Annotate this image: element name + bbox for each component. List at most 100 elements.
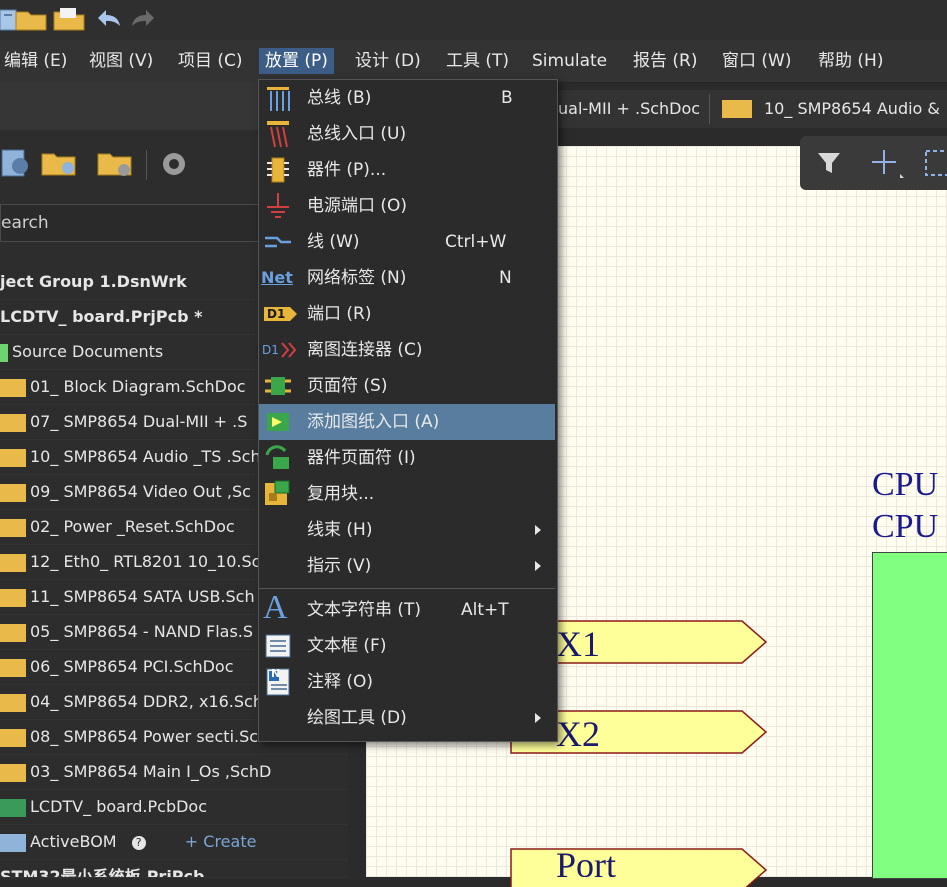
menu-item-label: 文本框 (F) — [307, 636, 387, 656]
part-icon — [267, 157, 289, 183]
port-icon-text: D1 — [267, 307, 286, 321]
menu-item-label: 绘图工具 (D) — [307, 708, 407, 728]
folder-settings-icon[interactable] — [96, 146, 136, 180]
menu-item-wire[interactable]: 线 (W) Ctrl+W — [259, 224, 555, 260]
menu-item-bus-entry[interactable]: 总线入口 (U) — [259, 116, 555, 152]
menu-item-directives[interactable]: 指示 (V) — [259, 548, 555, 584]
menu-item-label: 离图连接器 (C) — [307, 340, 423, 360]
menu-item-port[interactable]: D1 端口 (R) — [259, 296, 555, 332]
menu-item-reuse-block[interactable]: 复用块... — [259, 476, 555, 512]
menu-view[interactable]: 视图 (V) — [83, 48, 159, 74]
menu-tools[interactable]: 工具 (T) — [440, 48, 515, 74]
tree-item-label: 03_ SMP8654 Main I_Os ,SchD — [30, 762, 272, 781]
schematic-doc-icon — [0, 518, 26, 537]
main-toolbar — [0, 0, 947, 40]
tab-audio[interactable]: 10_ SMP8654 Audio & — [764, 90, 940, 128]
open-document-icon[interactable] — [40, 146, 80, 180]
schematic-doc-icon — [0, 553, 26, 572]
tree-item-label: 04_ SMP8654 DDR2, x16.Sch — [30, 692, 263, 711]
off-sheet-connector-icon-text: D1 — [262, 343, 279, 357]
port-label: X2 — [556, 714, 600, 754]
tree-item-project[interactable]: STM32最小系统板.PrjPcb — [0, 859, 348, 878]
submenu-arrow-icon — [535, 525, 541, 535]
menu-item-drawing-tools[interactable]: 绘图工具 (D) — [259, 700, 555, 736]
schematic-doc-icon — [0, 413, 26, 432]
text-string-icon: A — [263, 589, 288, 626]
menu-item-part[interactable]: 器件 (P)... — [259, 152, 555, 188]
select-rectangle-icon[interactable] — [922, 148, 947, 178]
open-folder-icon[interactable] — [14, 4, 50, 32]
menu-item-label: 页面符 (S) — [307, 376, 388, 396]
gear-icon[interactable] — [158, 148, 190, 180]
menu-project[interactable]: 项目 (C) — [172, 48, 249, 74]
tree-item-label: 08_ SMP8654 Power secti.Sch — [30, 727, 269, 746]
tree-item-label: LCDTV_ board.PrjPcb * — [0, 307, 203, 326]
tree-item-label: 10_ SMP8654 Audio _TS .Sch — [30, 447, 261, 466]
projects-search-input[interactable]: earch — [0, 204, 262, 242]
menu-separator — [259, 588, 555, 589]
folder-icon — [0, 343, 8, 362]
tree-item-label: 07_ SMP8654 Dual-MII + .S — [30, 412, 248, 431]
filter-icon[interactable] — [816, 150, 842, 176]
bus-entry-icon — [267, 121, 289, 148]
tree-item-label: LCDTV_ board.PcbDoc — [30, 797, 208, 816]
menu-window[interactable]: 窗口 (W) — [716, 48, 797, 74]
menu-item-label: 器件 (P)... — [307, 160, 387, 180]
menu-item-net-label[interactable]: Net 网络标签 (N) N — [259, 260, 555, 296]
redo-icon[interactable] — [128, 4, 158, 32]
project-options-icon[interactable] — [0, 146, 34, 180]
menu-item-device-sheet-symbol[interactable]: 器件页面符 (I) — [259, 440, 555, 476]
tree-item-schdoc[interactable]: 03_ SMP8654 Main I_Os ,SchD — [0, 754, 348, 790]
tab-divider — [709, 94, 710, 124]
tab-dual-mii[interactable]: ual-MII + .SchDoc — [558, 90, 700, 128]
undo-icon[interactable] — [94, 4, 124, 32]
tree-item-pcbdoc[interactable]: LCDTV_ board.PcbDoc — [0, 789, 348, 825]
cpu-label: CPU — [872, 466, 939, 503]
menu-reports[interactable]: 报告 (R) — [627, 48, 703, 74]
create-link[interactable]: + Create — [185, 832, 257, 851]
menu-item-sheet-symbol[interactable]: 页面符 (S) — [259, 368, 555, 404]
move-cross-icon[interactable] — [870, 148, 906, 180]
menu-item-label: 线 (W) — [307, 232, 360, 252]
tree-item-label: 01_ Block Diagram.SchDoc — [30, 377, 246, 396]
menu-help[interactable]: 帮助 (H) — [812, 48, 889, 74]
cpu-sheet-symbol[interactable] — [872, 552, 947, 879]
menu-item-note[interactable]: N 注释 (O) — [259, 664, 555, 700]
help-icon[interactable]: ? — [131, 835, 146, 850]
menu-item-harness[interactable]: 线束 (H) — [259, 512, 555, 548]
tree-item-label: ActiveBOM — [30, 832, 117, 851]
tree-item-label: 09_ SMP8654 Video Out ,Sc — [30, 482, 251, 501]
schematic-doc-icon — [722, 100, 752, 118]
power-port-icon — [267, 193, 289, 218]
note-icon-text: N — [271, 667, 281, 680]
menu-item-label: 添加图纸入口 (A) — [307, 412, 440, 432]
menu-item-power-port[interactable]: 电源端口 (O) — [259, 188, 555, 224]
tree-item-activebom[interactable]: ActiveBOM ? + Create — [0, 824, 348, 860]
menu-item-text-frame[interactable]: 文本框 (F) — [259, 628, 555, 664]
menu-item-shortcut: Alt+T — [461, 600, 509, 620]
save-all-icon[interactable] — [52, 4, 90, 32]
net-label-icon: Net — [261, 268, 293, 287]
menu-item-shortcut: N — [499, 268, 512, 288]
port-generic[interactable] — [510, 843, 768, 887]
canvas-toolbar — [800, 136, 947, 190]
menu-item-label: 器件页面符 (I) — [307, 448, 416, 468]
menu-design[interactable]: 设计 (D) — [349, 48, 427, 74]
place-menu-dropdown: 总线 (B) B 总线入口 (U) 器件 (P)... 电源端口 (O) 线 (… — [258, 79, 558, 742]
schematic-doc-icon — [0, 658, 26, 677]
menu-item-label: 电源端口 (O) — [307, 196, 408, 216]
menu-item-add-sheet-entry[interactable]: 添加图纸入口 (A) — [259, 404, 555, 440]
menu-item-bus[interactable]: 总线 (B) B — [259, 80, 555, 116]
menu-simulate[interactable]: Simulate — [526, 48, 613, 74]
port-label: X1 — [556, 624, 600, 664]
menu-item-label: 总线 (B) — [307, 88, 372, 108]
port-label: Port — [556, 845, 617, 877]
schematic-doc-icon — [0, 378, 26, 397]
sheet-symbol-icon — [265, 377, 291, 395]
menu-item-off-sheet-connector[interactable]: D1 离图连接器 (C) — [259, 332, 555, 368]
menu-edit[interactable]: 编辑 (E) — [0, 48, 73, 74]
tree-item-label: 05_ SMP8654 - NAND Flas.S — [30, 622, 254, 641]
menu-item-text-string[interactable]: A 文本字符串 (T) Alt+T — [259, 589, 555, 628]
device-sheet-symbol-icon — [265, 445, 289, 469]
menu-place[interactable]: 放置 (P) — [259, 48, 334, 74]
